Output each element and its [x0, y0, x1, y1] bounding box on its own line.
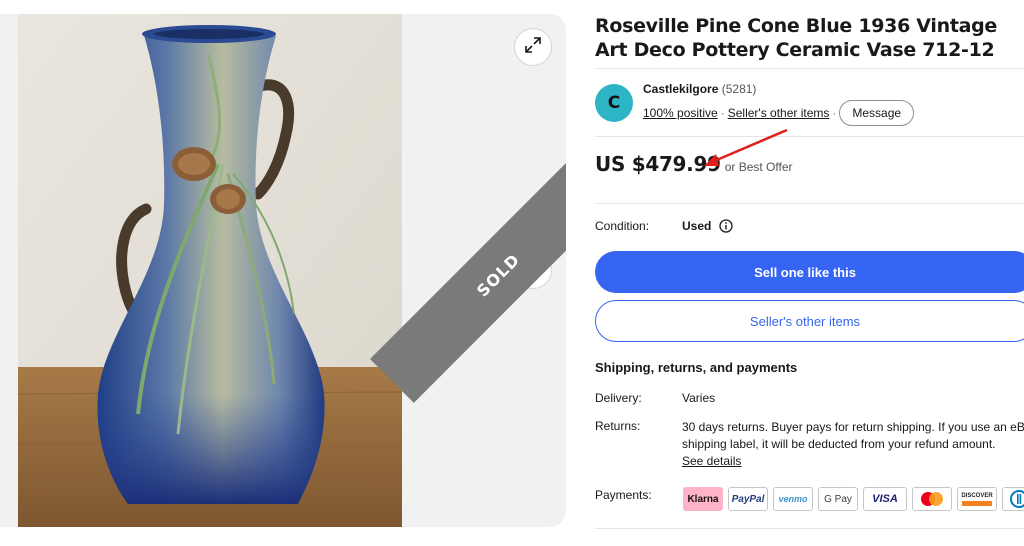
- chevron-right-icon: [526, 260, 540, 280]
- next-image-button[interactable]: [514, 251, 552, 289]
- seller-name[interactable]: Castlekilgore: [643, 82, 718, 96]
- returns-text: 30 days returns. Buyer pays for return s…: [682, 419, 1024, 470]
- diners-logo: [1002, 487, 1024, 511]
- condition-label: Condition:: [595, 219, 650, 233]
- returns-line-2: shipping label, it will be deducted from…: [682, 437, 996, 451]
- payment-methods: Klarna PayPal venmo G Pay VISA DISCOVER: [683, 487, 1024, 511]
- paypal-logo: PayPal: [728, 487, 768, 511]
- seller-avatar[interactable]: C: [595, 84, 633, 122]
- price: US $479.99: [595, 152, 721, 176]
- listing-title: Roseville Pine Cone Blue 1936 Vintage Ar…: [595, 15, 998, 61]
- expand-button[interactable]: [514, 28, 552, 66]
- divider: [595, 68, 1024, 69]
- payments-row: Payments:: [595, 488, 682, 502]
- divider: [595, 528, 1024, 529]
- seller-other-items-link[interactable]: Seller's other items: [728, 106, 830, 120]
- see-details-link[interactable]: See details: [682, 454, 741, 468]
- separator-dot: ·: [720, 106, 725, 120]
- listing-photo[interactable]: [18, 14, 402, 527]
- klarna-logo: Klarna: [683, 487, 723, 511]
- seller-feedback-count: (5281): [721, 82, 757, 96]
- listing-panel: Roseville Pine Cone Blue 1936 Vintage Ar…: [595, 14, 1024, 62]
- delivery-value: Varies: [682, 391, 716, 405]
- sell-one-like-this-button[interactable]: Sell one like this: [595, 251, 1024, 293]
- returns-row: Returns: 30 days returns. Buyer pays for…: [595, 419, 1024, 470]
- best-offer-label: or Best Offer: [724, 160, 793, 174]
- delivery-label: Delivery:: [595, 391, 642, 405]
- venmo-logo: venmo: [773, 487, 813, 511]
- divider: [595, 203, 1024, 204]
- returns-line-1: 30 days returns. Buyer pays for return s…: [682, 420, 1024, 434]
- delivery-row: Delivery: Varies: [595, 391, 715, 405]
- shipping-section-title: Shipping, returns, and payments: [595, 360, 798, 375]
- sellers-other-items-button[interactable]: Seller's other items: [595, 300, 1024, 342]
- mastercard-logo: [912, 487, 952, 511]
- google-pay-logo: G Pay: [818, 487, 858, 511]
- info-icon[interactable]: [719, 219, 733, 233]
- discover-label: DISCOVER: [961, 492, 993, 499]
- visa-logo: VISA: [863, 487, 907, 511]
- discover-logo: DISCOVER: [957, 487, 997, 511]
- expand-icon: [524, 36, 542, 59]
- condition-row: Condition: Used: [595, 219, 733, 233]
- price-row: US $479.99 or Best Offer: [595, 152, 793, 176]
- image-gallery: SOLD: [0, 14, 566, 527]
- message-button[interactable]: Message: [839, 100, 915, 126]
- separator-dot: ·: [832, 106, 837, 120]
- seller-card: C Castlekilgore (5281) 100% positive · S…: [595, 82, 915, 126]
- payments-label: Payments:: [595, 488, 652, 502]
- seller-positive-link[interactable]: 100% positive: [643, 106, 718, 120]
- condition-value: Used: [682, 219, 712, 233]
- divider: [595, 136, 1024, 137]
- returns-label: Returns:: [595, 419, 641, 433]
